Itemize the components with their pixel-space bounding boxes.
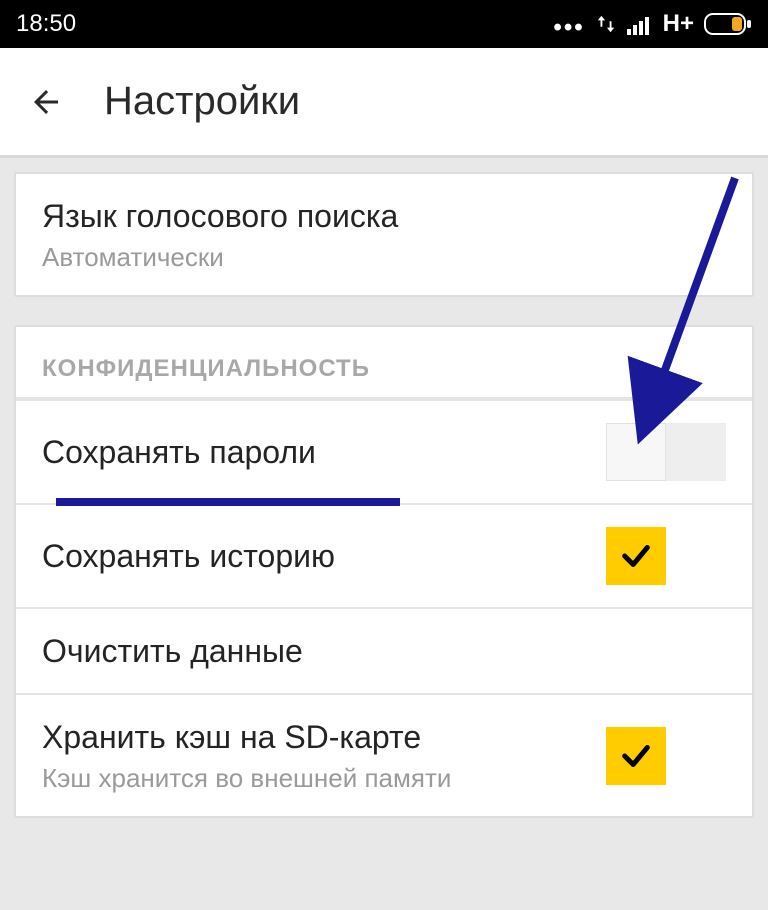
- check-icon: [606, 739, 666, 773]
- more-icon: •••: [553, 6, 584, 42]
- clear-data-label: Очистить данные: [42, 631, 726, 671]
- privacy-section-header: КОНФИДЕНЦИАЛЬНОСТЬ: [16, 327, 752, 399]
- back-button[interactable]: [28, 84, 64, 120]
- save-passwords-label: Сохранять пароли: [42, 432, 586, 472]
- page-title: Настройки: [104, 79, 300, 124]
- save-history-item[interactable]: Сохранять историю: [16, 503, 752, 607]
- voice-search-title: Язык голосового поиска: [42, 196, 726, 236]
- check-icon: [606, 539, 666, 573]
- data-transfer-icon: [595, 13, 617, 35]
- arrow-left-icon: [28, 84, 64, 120]
- voice-search-card: Язык голосового поиска Автоматически: [14, 172, 754, 297]
- settings-body: Язык голосового поиска Автоматически КОН…: [0, 158, 768, 860]
- privacy-card: КОНФИДЕНЦИАЛЬНОСТЬ Сохранять пароли Сохр…: [14, 325, 754, 818]
- cache-sd-sub: Кэш хранится во внешней памяти: [42, 763, 586, 794]
- cache-sd-item[interactable]: Хранить кэш на SD-карте Кэш хранится во …: [16, 693, 752, 816]
- save-history-label: Сохранять историю: [42, 536, 586, 576]
- status-bar: 18:50 ••• H+: [0, 0, 768, 48]
- save-passwords-toggle[interactable]: [606, 423, 726, 481]
- screen: 18:50 ••• H+ Настройки Язык голосового п…: [0, 0, 768, 910]
- voice-search-value: Автоматически: [42, 242, 726, 273]
- cache-sd-label: Хранить кэш на SD-карте: [42, 717, 586, 757]
- cache-sd-toggle[interactable]: [606, 727, 726, 785]
- clear-data-item[interactable]: Очистить данные: [16, 607, 752, 693]
- voice-search-language-item[interactable]: Язык голосового поиска Автоматически: [16, 174, 752, 295]
- app-header: Настройки: [0, 48, 768, 158]
- toggle-knob: [666, 727, 726, 785]
- status-icons: ••• H+: [553, 6, 752, 42]
- battery-icon: [704, 13, 752, 35]
- toggle-knob: [666, 527, 726, 585]
- toggle-knob: [606, 423, 666, 481]
- save-history-toggle[interactable]: [606, 527, 726, 585]
- save-passwords-item[interactable]: Сохранять пароли: [16, 399, 752, 503]
- network-type: H+: [663, 10, 694, 38]
- signal-icon: [627, 13, 653, 35]
- status-time: 18:50: [16, 10, 76, 38]
